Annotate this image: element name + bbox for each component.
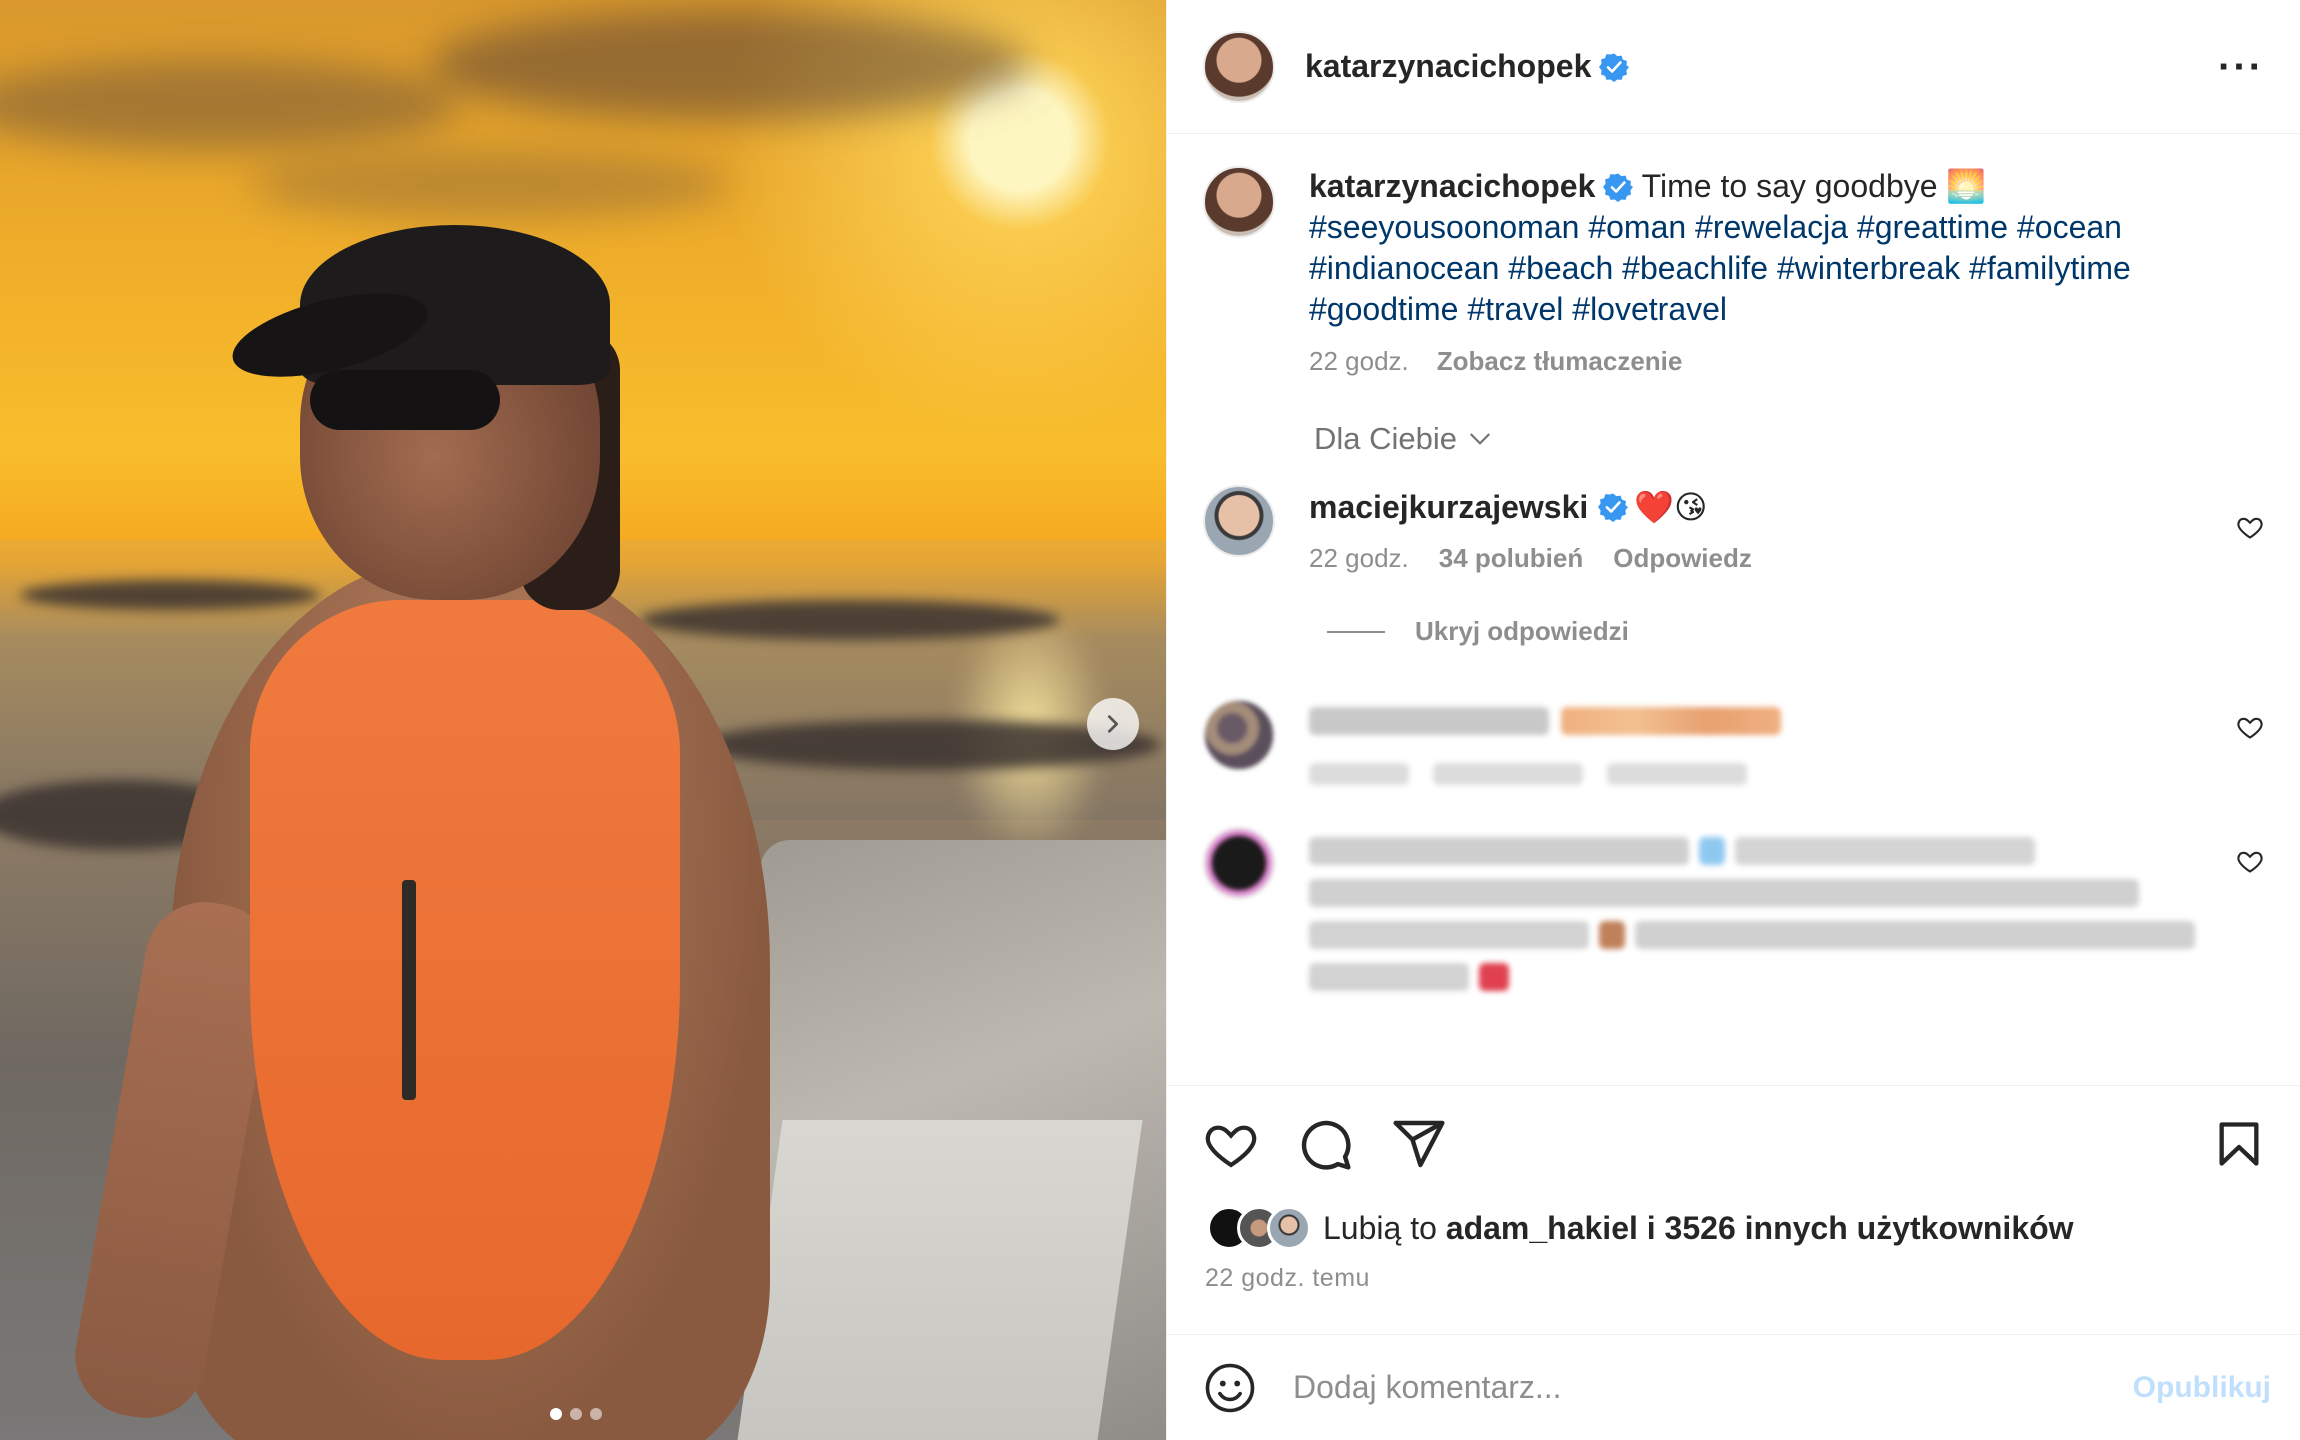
blurred-avatar — [1203, 699, 1275, 771]
comment-like-heart-icon[interactable] — [2236, 847, 2264, 875]
carousel-next-button[interactable] — [1087, 698, 1139, 750]
zipper — [402, 880, 416, 1100]
reply-blurred — [1167, 699, 2300, 785]
author-avatar[interactable] — [1203, 30, 1275, 103]
rock — [640, 600, 1060, 640]
boat-seat — [737, 1120, 1143, 1440]
comment-like-heart-icon[interactable] — [2236, 713, 2264, 741]
carousel-dot — [590, 1408, 602, 1420]
post-header: katarzynacichopek ··· — [1167, 0, 2300, 134]
comment-input[interactable] — [1293, 1369, 2133, 1406]
emoji-icon[interactable] — [1203, 1361, 1257, 1415]
sunset-emoji: 🌅 — [1946, 168, 1987, 204]
blurred-text — [1309, 879, 2139, 907]
chevron-down-icon — [1470, 433, 1490, 445]
commenter-avatar[interactable] — [1203, 485, 1275, 557]
action-bar — [1167, 1086, 2300, 1172]
author-username[interactable]: katarzynacichopek — [1305, 48, 1591, 85]
post-photo[interactable] — [0, 0, 1166, 1440]
caption-author-avatar[interactable] — [1203, 166, 1275, 238]
comment-sort-dropdown[interactable]: Dla Ciebie — [1314, 421, 2300, 457]
reply-button[interactable]: Odpowiedz — [1613, 543, 1752, 574]
blurred-text — [1309, 837, 2209, 865]
hashtags-line-1[interactable]: #seeyousoonoman #oman #rewelacja #greatt… — [1309, 209, 2122, 245]
cloud — [250, 150, 730, 220]
see-translation-button[interactable]: Zobacz tłumaczenie — [1437, 346, 1683, 377]
comment-likes[interactable]: 34 polubień — [1439, 543, 1583, 574]
comment-time[interactable]: 22 godz. — [1309, 543, 1409, 574]
hashtags-line-3[interactable]: #goodtime #travel #lovetravel — [1309, 291, 1727, 327]
caption-meta: 22 godz. Zobacz tłumaczenie — [1309, 346, 2209, 377]
likes-count[interactable]: i 3526 innych użytkowników — [1647, 1210, 2074, 1247]
more-options-icon[interactable]: ··· — [2218, 47, 2264, 87]
comment: maciejkurzajewski ❤️😘 22 godz. 34 polubi… — [1167, 485, 2300, 574]
commenter-username[interactable]: maciejkurzajewski — [1309, 485, 1588, 529]
likes-prefix: Lubią to — [1323, 1209, 1437, 1246]
swimsuit — [250, 600, 680, 1360]
cloud — [430, 10, 1030, 120]
carousel-dot — [570, 1408, 582, 1420]
carousel-dots — [550, 1408, 602, 1420]
hashtags-line-2[interactable]: #indianocean #beach #beachlife #winterbr… — [1309, 250, 2131, 286]
share-icon[interactable] — [1391, 1116, 1447, 1172]
hide-replies-button[interactable]: Ukryj odpowiedzi — [1327, 616, 2300, 647]
post-time-ago[interactable]: 22 godz. temu — [1167, 1250, 2300, 1293]
hide-replies-label: Ukryj odpowiedzi — [1415, 616, 1629, 646]
likes-summary: Lubią to adam_hakiel i 3526 innych użytk… — [1167, 1172, 2300, 1250]
divider-line — [1327, 630, 1385, 633]
next-arrow-icon — [1107, 715, 1119, 733]
comment-like-heart-icon[interactable] — [2236, 513, 2264, 541]
add-comment-bar: Opublikuj — [1167, 1334, 2300, 1440]
caption-time[interactable]: 22 godz. — [1309, 346, 1409, 377]
post-sidebar: katarzynacichopek ··· katarzynacichopek … — [1166, 0, 2300, 1440]
caption-text-block: katarzynacichopek Time to say goodbye 🌅 … — [1309, 166, 2209, 330]
reply-blurred — [1167, 827, 2300, 991]
verified-icon — [1598, 493, 1629, 522]
rock — [20, 580, 320, 610]
blurred-meta — [1309, 763, 2209, 785]
liker-avatar — [1267, 1206, 1311, 1250]
publish-button[interactable]: Opublikuj — [2133, 1371, 2271, 1405]
heart-icon[interactable] — [1203, 1116, 1259, 1172]
comment-meta: 22 godz. 34 polubień Odpowiedz — [1309, 543, 2209, 574]
caption-username[interactable]: katarzynacichopek — [1309, 168, 1595, 204]
verified-icon — [1599, 53, 1630, 82]
liker-username[interactable]: adam_hakiel — [1446, 1210, 1638, 1247]
comment-text: maciejkurzajewski ❤️😘 — [1309, 485, 2209, 529]
blurred-text — [1309, 963, 2209, 991]
blurred-text — [1309, 707, 2209, 735]
blurred-avatar — [1203, 827, 1275, 899]
blurred-text — [1309, 921, 2209, 949]
comment-emoji: ❤️😘 — [1634, 489, 1708, 525]
comment-icon[interactable] — [1297, 1116, 1353, 1172]
carousel-dot-active — [550, 1408, 562, 1420]
comment-sort-label: Dla Ciebie — [1314, 421, 1458, 456]
verified-icon — [1603, 173, 1634, 202]
liker-avatars[interactable] — [1207, 1206, 1311, 1250]
caption: katarzynacichopek Time to say goodbye 🌅 … — [1167, 134, 2300, 377]
caption-message: Time to say goodbye — [1641, 168, 1938, 204]
cloud — [0, 60, 460, 150]
sunglasses — [310, 370, 500, 430]
bookmark-icon[interactable] — [2213, 1116, 2265, 1172]
